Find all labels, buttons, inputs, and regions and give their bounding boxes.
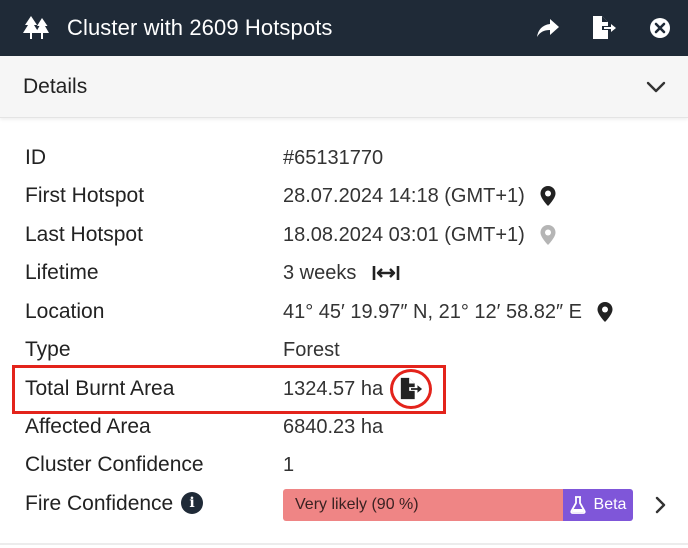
row-value: 28.07.2024 14:18 (GMT+1) bbox=[283, 183, 557, 209]
details-title: Details bbox=[23, 75, 88, 98]
burnt-area-export-button[interactable] bbox=[390, 369, 432, 409]
arrows-horizontal-icon bbox=[373, 266, 400, 280]
location-pin-icon[interactable] bbox=[539, 185, 557, 207]
first-hotspot-value: 28.07.2024 14:18 (GMT+1) bbox=[283, 185, 525, 207]
row-value: 18.08.2024 03:01 (GMT+1) bbox=[283, 222, 557, 248]
row-first-hotspot: First Hotspot 28.07.2024 14:18 (GMT+1) bbox=[0, 177, 688, 215]
row-label: First Hotspot bbox=[25, 184, 145, 207]
export-icon bbox=[593, 16, 616, 39]
flask-icon bbox=[569, 496, 586, 514]
close-button[interactable] bbox=[646, 14, 674, 42]
row-label: Lifetime bbox=[25, 261, 99, 284]
export-button[interactable] bbox=[590, 14, 618, 42]
row-value: 1 bbox=[283, 452, 294, 478]
id-value: #65131770 bbox=[283, 147, 384, 169]
row-label: Location bbox=[25, 300, 105, 323]
location-value: 41° 45′ 19.97″ N, 21° 12′ 58.82″ E bbox=[283, 301, 582, 323]
row-value: 6840.23 ha bbox=[283, 414, 383, 440]
beta-label: Beta bbox=[593, 496, 627, 513]
info-icon[interactable]: i bbox=[181, 492, 203, 514]
close-icon bbox=[650, 18, 670, 38]
row-label: Last Hotspot bbox=[25, 223, 143, 246]
row-label: Cluster Confidence bbox=[25, 453, 204, 476]
fire-confidence-bar[interactable]: Very likely (90 %) Beta bbox=[283, 489, 633, 521]
last-hotspot-value: 18.08.2024 03:01 (GMT+1) bbox=[283, 224, 525, 246]
row-type: Type Forest bbox=[0, 331, 688, 369]
location-pin-icon[interactable] bbox=[539, 224, 557, 246]
row-label: Affected Area bbox=[25, 415, 151, 438]
fire-confidence-label: Very likely (90 %) bbox=[295, 496, 419, 513]
row-location: Location 41° 45′ 19.97″ N, 21° 12′ 58.82… bbox=[0, 293, 688, 331]
row-label: ID bbox=[25, 146, 46, 169]
row-value: Forest bbox=[283, 337, 340, 363]
row-label: Fire Confidence bbox=[25, 492, 174, 515]
panel-header: Cluster with 2609 Hotspots bbox=[0, 0, 688, 56]
chevron-right-icon[interactable] bbox=[652, 495, 668, 515]
details-section-toggle[interactable]: Details bbox=[0, 56, 688, 118]
row-value: 3 weeks bbox=[283, 260, 400, 286]
row-id: ID #65131770 bbox=[0, 139, 688, 177]
fire-confidence-fill: Very likely (90 %) bbox=[283, 489, 563, 521]
row-value: 41° 45′ 19.97″ N, 21° 12′ 58.82″ E bbox=[283, 299, 614, 325]
type-value: Forest bbox=[283, 339, 340, 361]
trees-icon bbox=[23, 16, 49, 39]
affected-area-value: 6840.23 ha bbox=[283, 416, 384, 438]
lifetime-value: 3 weeks bbox=[283, 262, 357, 284]
location-pin-icon[interactable] bbox=[596, 301, 614, 323]
beta-badge: Beta bbox=[563, 489, 633, 521]
share-icon bbox=[537, 19, 559, 37]
row-cluster-confidence: Cluster Confidence 1 bbox=[0, 446, 688, 484]
export-icon bbox=[400, 377, 423, 400]
highlight-annotation-box bbox=[12, 365, 446, 414]
divider bbox=[0, 543, 688, 545]
cluster-confidence-value: 1 bbox=[283, 454, 295, 476]
panel-title: Cluster with 2609 Hotspots bbox=[67, 15, 333, 40]
row-value: #65131770 bbox=[283, 145, 383, 171]
row-last-hotspot: Last Hotspot 18.08.2024 03:01 (GMT+1) bbox=[0, 216, 688, 254]
row-label: Type bbox=[25, 338, 71, 361]
row-affected-area: Affected Area 6840.23 ha bbox=[0, 408, 688, 446]
row-lifetime: Lifetime 3 weeks bbox=[0, 254, 688, 292]
share-button[interactable] bbox=[534, 14, 562, 42]
chevron-down-icon bbox=[646, 81, 666, 93]
